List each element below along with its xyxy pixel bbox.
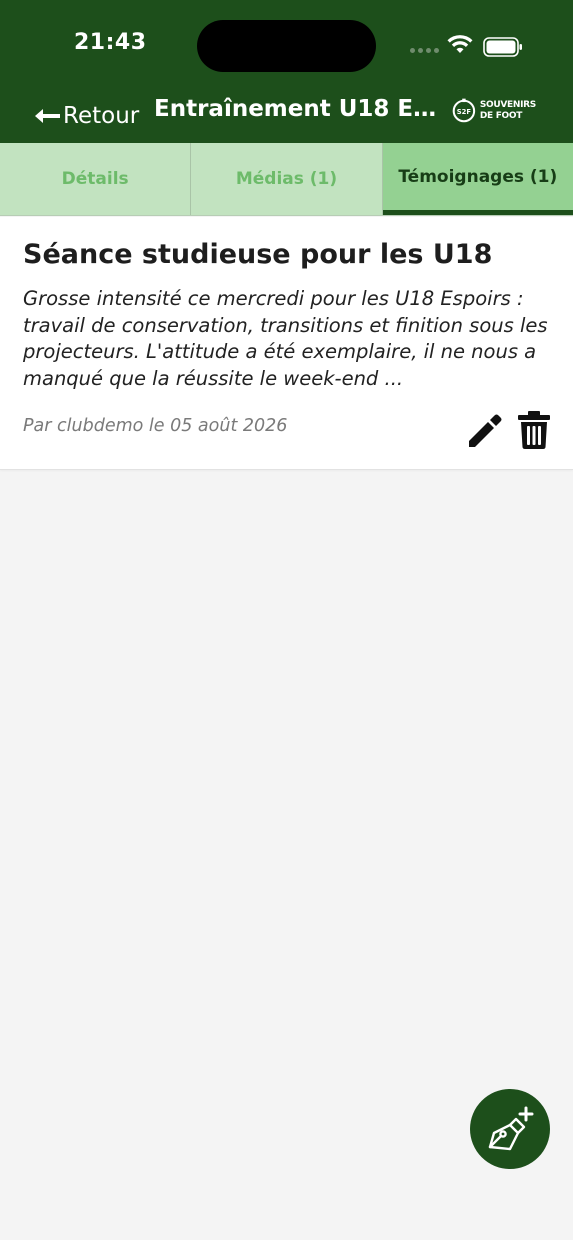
brand-line-2: DE FOOT [479, 111, 523, 121]
status-time: 21:43 [74, 30, 147, 55]
battery-icon [483, 37, 522, 57]
testimonial-meta: Par clubdemo le 05 août 2026 [23, 416, 288, 436]
trash-icon[interactable] [516, 410, 552, 450]
tab-details-label: Détails [61, 169, 129, 189]
pen-plus-icon [488, 1106, 534, 1151]
page-title: Entraînement U18 Esp... [154, 96, 444, 122]
tab-bar: Détails Médias (1) Témoignages (1) [0, 143, 573, 216]
app-header: 21:43 Retour Entraînement U18 Esp... S2F… [0, 0, 573, 143]
testimonial-excerpt: Grosse intensité ce mercredi pour les U1… [23, 287, 548, 390]
wifi-icon [447, 35, 473, 53]
pencil-icon[interactable] [465, 411, 503, 449]
brand-wordmark: SOUVENIRS DE FOOT [480, 100, 536, 122]
brand-mark: S2F [457, 108, 472, 116]
brand-logo: S2F SOUVENIRS DE FOOT [452, 94, 536, 128]
brand-badge-icon: S2F [452, 98, 476, 123]
back-button[interactable]: Retour [33, 100, 139, 132]
tab-details[interactable]: Détails [0, 143, 192, 215]
back-label: Retour [63, 103, 140, 129]
cellular-signal-icon [410, 48, 439, 53]
tab-temoignages-label: Témoignages (1) [398, 167, 558, 187]
arrow-left-icon [35, 109, 60, 123]
tab-medias-label: Médias (1) [235, 169, 338, 189]
tab-medias[interactable]: Médias (1) [191, 143, 383, 215]
tab-temoignages[interactable]: Témoignages (1) [382, 143, 573, 215]
add-testimonial-button[interactable] [470, 1089, 550, 1169]
testimonial-title: Séance studieuse pour les U18 [23, 239, 493, 270]
testimonial-card[interactable]: Séance studieuse pour les U18 Grosse int… [0, 217, 573, 470]
dynamic-island [197, 20, 376, 72]
brand-line-1: SOUVENIRS [479, 100, 536, 110]
